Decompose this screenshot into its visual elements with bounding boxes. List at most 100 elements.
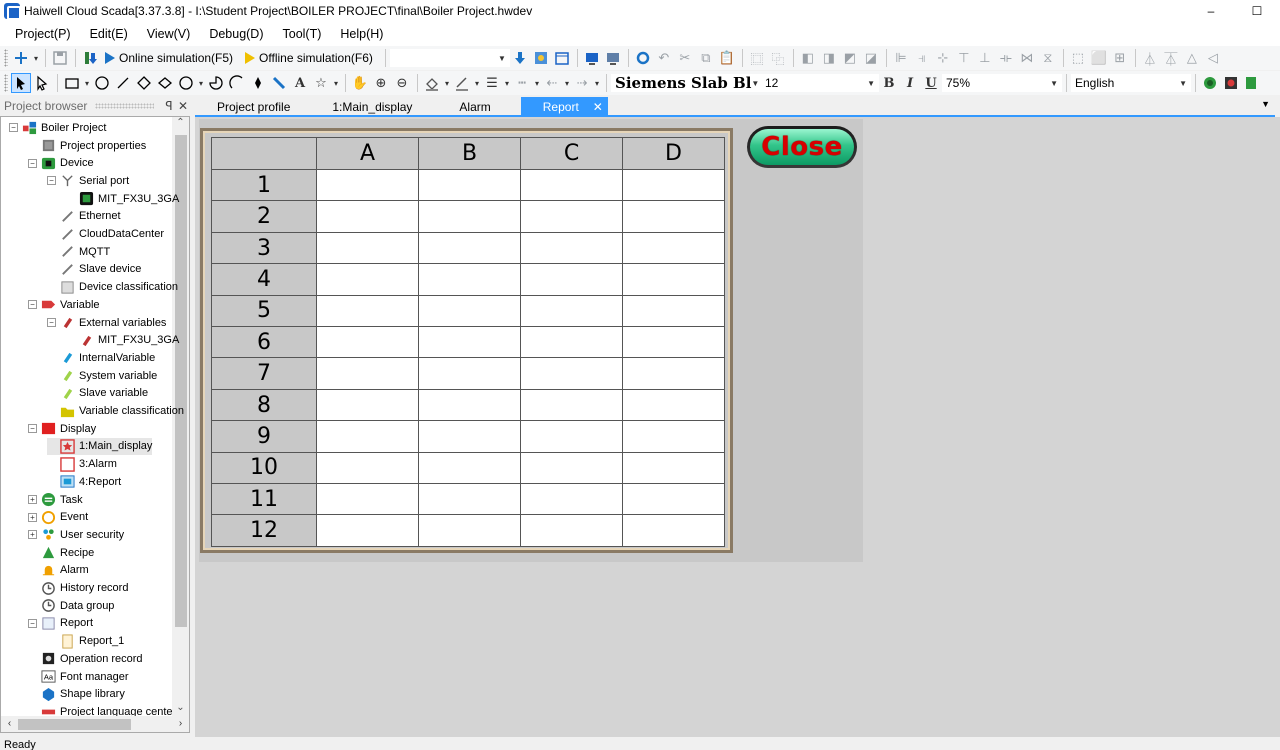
row-header[interactable]: 8 — [211, 388, 317, 422]
table-cell[interactable] — [622, 168, 725, 202]
zoom-in-icon[interactable]: ⊕ — [371, 73, 391, 93]
tree-item[interactable]: Operation record — [28, 650, 143, 668]
row-header[interactable]: 9 — [211, 420, 317, 453]
minimize-button[interactable]: – — [1188, 0, 1234, 22]
scroll-thumb[interactable] — [18, 719, 131, 730]
tree-item[interactable]: Shape library — [28, 685, 125, 703]
node-select-icon[interactable] — [32, 73, 52, 93]
table-cell[interactable] — [622, 420, 725, 453]
table-cell[interactable] — [316, 200, 419, 233]
row-header[interactable]: 4 — [211, 263, 317, 296]
simulation-target-select[interactable]: ▼ — [389, 49, 510, 67]
tree-item[interactable]: Data group — [28, 597, 114, 615]
tree-item[interactable]: MIT_FX3U_3GA — [66, 190, 179, 208]
chevron-down-icon[interactable]: ▾ — [593, 73, 601, 93]
tree-item[interactable]: Slave device — [47, 261, 141, 279]
table-cell[interactable] — [418, 200, 521, 233]
line-color-icon[interactable] — [452, 73, 472, 93]
save-icon[interactable] — [50, 48, 70, 68]
zoom-out-icon[interactable]: ⊖ — [392, 73, 412, 93]
table-cell[interactable] — [622, 294, 725, 328]
expand-icon[interactable]: + — [28, 512, 37, 522]
tree-item[interactable]: 3:Alarm — [47, 455, 117, 473]
row-header[interactable]: 7 — [211, 357, 317, 390]
table-cell[interactable] — [520, 168, 623, 202]
same-width-icon[interactable]: ⬚ — [1068, 48, 1088, 68]
same-size-icon[interactable]: ⊞ — [1110, 48, 1130, 68]
chevron-down-icon[interactable]: ▾ — [443, 73, 451, 93]
menu-view[interactable]: View(V) — [140, 27, 198, 41]
table-cell[interactable] — [418, 263, 521, 296]
table-cell[interactable] — [520, 388, 623, 422]
distribute-v-icon[interactable]: ⧖ — [1038, 48, 1058, 68]
ellipse-icon[interactable] — [92, 73, 112, 93]
chevron-down-icon[interactable]: ▾ — [332, 73, 340, 93]
pie-icon[interactable] — [206, 73, 226, 93]
collapse-icon[interactable]: − — [9, 123, 18, 133]
close-tab-icon[interactable]: ✕ — [593, 100, 603, 114]
table-cell[interactable] — [418, 168, 521, 202]
chevron-down-icon[interactable]: ▾ — [533, 73, 541, 93]
align-left-icon[interactable]: ⊫ — [891, 48, 911, 68]
ungroup-icon[interactable]: ⿻ — [768, 48, 788, 68]
green-icon[interactable] — [1242, 73, 1262, 93]
table-cell[interactable] — [418, 514, 521, 547]
row-header[interactable]: 3 — [211, 231, 317, 265]
chevron-down-icon[interactable]: ▾ — [503, 73, 511, 93]
scroll-up-icon[interactable]: ⌃ — [172, 117, 189, 134]
tree-item[interactable]: History record — [28, 579, 128, 597]
cut-icon[interactable]: ✂ — [675, 48, 695, 68]
report-table-frame[interactable]: A B C D 1 2 3 4 5 6 7 8 9 10 11 12 — [200, 128, 733, 553]
collapse-icon[interactable]: − — [47, 318, 56, 328]
table-cell[interactable] — [622, 231, 725, 265]
table-cell[interactable] — [520, 357, 623, 390]
align-middle-icon[interactable]: ⟛ — [996, 48, 1016, 68]
tree-item[interactable]: MQTT — [47, 243, 110, 261]
flip-vertical-icon[interactable]: ⏄ — [1161, 48, 1181, 68]
align-bottom-icon[interactable]: ⊥ — [975, 48, 995, 68]
table-cell[interactable] — [520, 263, 623, 296]
table-cell[interactable] — [418, 326, 521, 359]
download-icon[interactable] — [80, 48, 100, 68]
tree-item[interactable]: + Task — [28, 491, 83, 509]
table-cell[interactable] — [622, 388, 725, 422]
arrow-start-icon[interactable]: ⇠ — [542, 73, 562, 93]
column-header[interactable]: C — [520, 137, 623, 170]
table-cell[interactable] — [316, 420, 419, 453]
tree-item[interactable]: Slave variable — [47, 385, 148, 403]
table-cell[interactable] — [418, 420, 521, 453]
tree-item[interactable]: − External variables — [47, 314, 166, 332]
scroll-thumb[interactable] — [175, 135, 187, 627]
tree-item[interactable]: Ethernet — [47, 208, 121, 226]
close-button[interactable]: Close — [747, 126, 857, 168]
export-display-icon[interactable] — [603, 48, 623, 68]
tree-item[interactable]: Recipe — [28, 544, 94, 562]
language-select[interactable]: English ▼ — [1071, 74, 1191, 92]
project-settings-icon[interactable] — [531, 48, 551, 68]
column-header[interactable]: D — [622, 137, 725, 170]
table-cell[interactable] — [520, 420, 623, 453]
tab-alarm[interactable]: Alarm — [437, 97, 512, 116]
tree-item[interactable]: MIT_FX3U_3GA — [66, 331, 179, 349]
table-cell[interactable] — [520, 451, 623, 485]
line-style-icon[interactable]: ┅ — [512, 73, 532, 93]
tree-item[interactable]: − Display — [28, 420, 96, 438]
pan-hand-icon[interactable]: ✋ — [350, 73, 370, 93]
copy-icon[interactable]: ⧉ — [696, 48, 716, 68]
schedule-icon[interactable] — [552, 48, 572, 68]
collapse-icon[interactable]: − — [28, 618, 37, 628]
tree-item[interactable]: + Event — [28, 508, 88, 526]
table-cell[interactable] — [316, 388, 419, 422]
import-display-icon[interactable] — [582, 48, 602, 68]
table-cell[interactable] — [622, 483, 725, 516]
table-cell[interactable] — [316, 451, 419, 485]
table-cell[interactable] — [520, 200, 623, 233]
polygon-icon[interactable] — [155, 73, 175, 93]
star-shape-icon[interactable]: ☆ — [311, 73, 331, 93]
rectangle-icon[interactable] — [62, 73, 82, 93]
new-item-icon[interactable] — [11, 48, 31, 68]
table-cell[interactable] — [418, 388, 521, 422]
row-header[interactable]: 2 — [211, 200, 317, 233]
chevron-down-icon[interactable]: ▾ — [563, 73, 571, 93]
refresh-icon[interactable] — [633, 48, 653, 68]
